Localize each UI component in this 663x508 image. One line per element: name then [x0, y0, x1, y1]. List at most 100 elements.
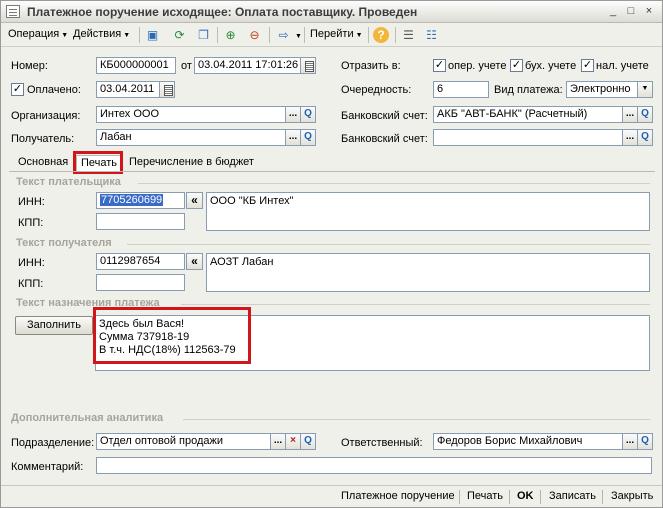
oper-accounting-checkbox[interactable]: ✓ [433, 59, 446, 72]
comment-field[interactable] [96, 457, 652, 474]
payer-inn-field[interactable]: 7705260699 [96, 192, 185, 209]
department-field[interactable]: Отдел оптовой продажи [96, 433, 271, 450]
window-title: Платежное поручение исходящее: Оплата по… [27, 5, 418, 19]
nal-accounting-checkbox[interactable]: ✓ [581, 59, 594, 72]
unpost-document-icon[interactable]: ⊖ [246, 27, 263, 43]
actions-menu[interactable]: Действия ▼ [73, 28, 130, 40]
receiver-kpp-field[interactable] [96, 274, 185, 291]
toolbar-separator [217, 27, 218, 43]
priority-field[interactable]: 6 [433, 81, 489, 98]
recipient-select-button[interactable]: ... [285, 129, 301, 146]
responsible-field[interactable]: Федоров Борис Михайлович [433, 433, 623, 450]
based-on-icon[interactable]: ⇨ [275, 27, 292, 43]
copy-icon[interactable]: ❐ [195, 27, 212, 43]
bottom-separator [459, 490, 460, 504]
recipient-bank-account-field[interactable] [433, 129, 623, 146]
payer-inn-value: 7705260699 [100, 194, 164, 206]
priority-label: Очередность: [341, 84, 412, 96]
reflect-label: Отразить в: [341, 60, 401, 72]
payer-text-field[interactable]: ООО "КБ Интех" [206, 192, 650, 231]
close-button[interactable]: Закрыть [611, 490, 653, 502]
bank-account-select-button[interactable]: ... [622, 106, 638, 123]
responsible-label: Ответственный: [341, 437, 423, 449]
search-icon[interactable]: Q [637, 433, 653, 450]
save-button[interactable]: Записать [549, 490, 596, 502]
actions-menu-label: Действия [73, 28, 122, 40]
recipient-field[interactable]: Лабан [96, 129, 286, 146]
section-divider [127, 244, 650, 245]
toolbar-separator [395, 27, 396, 43]
goto-menu[interactable]: Перейти ▼ [310, 28, 363, 40]
payer-kpp-field[interactable] [96, 213, 185, 230]
tabs-divider [9, 171, 655, 172]
dropdown-arrow-icon: ▼ [295, 33, 302, 40]
search-icon[interactable]: Q [637, 129, 653, 146]
section-divider [183, 419, 650, 420]
post-document-icon[interactable]: ⊕ [222, 27, 239, 43]
operation-menu[interactable]: Операция ▼ [8, 28, 68, 40]
buh-accounting-checkbox[interactable]: ✓ [510, 59, 523, 72]
section-divider [138, 183, 650, 184]
payer-kpp-label: КПП: [18, 217, 44, 229]
payer-inn-label: ИНН: [18, 196, 45, 208]
dropdown-arrow-icon: ▼ [355, 32, 363, 39]
payment-order-print-button[interactable]: Платежное поручение [341, 490, 455, 502]
save-icon[interactable]: ▣ [144, 27, 161, 43]
tab-budget-transfer[interactable]: Перечисление в бюджет [125, 155, 258, 172]
minimize-button[interactable]: _ [606, 5, 620, 18]
document-icon [6, 5, 20, 18]
calendar-icon[interactable] [300, 57, 316, 74]
ok-button[interactable]: OK [517, 490, 534, 502]
bank-account-field[interactable]: АКБ "АВТ-БАНК" (Расчетный) [433, 106, 623, 123]
maximize-button[interactable]: □ [624, 5, 638, 18]
move-inn-button[interactable]: « [186, 253, 203, 270]
help-icon[interactable]: ? [373, 27, 389, 43]
calendar-icon[interactable] [159, 81, 175, 98]
bottom-separator [540, 490, 541, 504]
print-button[interactable]: Печать [467, 490, 503, 502]
paid-checkbox[interactable]: ✓ [11, 83, 24, 96]
organization-field[interactable]: Интех ООО [96, 106, 286, 123]
search-icon[interactable]: Q [300, 129, 316, 146]
bottom-bar: Платежное поручение Печать OK Записать З… [1, 485, 662, 507]
search-icon[interactable]: Q [637, 106, 653, 123]
buh-accounting-label: бух. учете [525, 60, 577, 72]
search-icon[interactable]: Q [300, 433, 316, 450]
recipient-bank-account-select-button[interactable]: ... [622, 129, 638, 146]
payment-type-field[interactable]: Электронно [566, 81, 638, 98]
structure-icon[interactable]: ☰ [400, 27, 417, 43]
title-bar: Платежное поручение исходящее: Оплата по… [1, 1, 662, 23]
responsible-select-button[interactable]: ... [622, 433, 638, 450]
toolbar-separator [368, 27, 369, 43]
based-on-dropdown[interactable]: ▼ [293, 29, 302, 41]
date-field[interactable]: 03.04.2011 17:01:26 [194, 57, 301, 74]
paid-date-field[interactable]: 03.04.2011 [96, 81, 160, 98]
department-select-button[interactable]: ... [270, 433, 286, 450]
organization-label: Организация: [11, 110, 81, 122]
oper-accounting-label: опер. учете [448, 60, 507, 72]
chevron-down-icon[interactable]: ▼ [637, 81, 653, 98]
move-inn-button[interactable]: « [186, 192, 203, 209]
fill-button[interactable]: Заполнить [15, 316, 93, 335]
department-label: Подразделение: [11, 437, 95, 449]
refresh-icon[interactable]: ⟳ [171, 27, 188, 43]
search-icon[interactable]: Q [300, 106, 316, 123]
payer-section-title: Текст плательщика [16, 176, 121, 188]
close-window-button[interactable]: × [642, 5, 656, 18]
list-settings-icon[interactable]: ☷ [423, 27, 440, 43]
number-field[interactable]: КБ000000001 [96, 57, 176, 74]
extra-section-title: Дополнительная аналитика [11, 412, 164, 424]
operation-menu-label: Операция [8, 28, 60, 40]
bottom-separator [602, 490, 603, 504]
highlight-frame [93, 307, 251, 364]
comment-label: Комментарий: [11, 461, 84, 473]
receiver-text-field[interactable]: АОЗТ Лабан [206, 253, 650, 292]
receiver-inn-label: ИНН: [18, 257, 45, 269]
receiver-inn-field[interactable]: 0112987654 [96, 253, 185, 270]
document-window: Платежное поручение исходящее: Оплата по… [0, 0, 663, 508]
clear-icon[interactable]: × [285, 433, 301, 450]
organization-select-button[interactable]: ... [285, 106, 301, 123]
section-divider [181, 304, 650, 305]
toolbar-separator [139, 27, 140, 43]
tab-main[interactable]: Основная [14, 155, 72, 172]
